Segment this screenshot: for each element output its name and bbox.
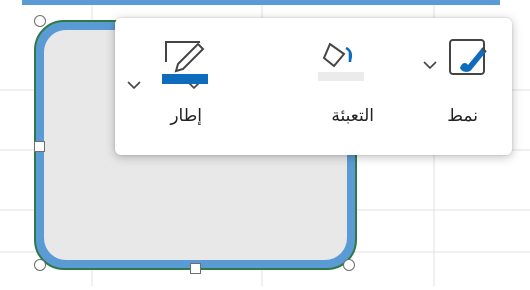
outline-label: إطار — [170, 106, 202, 126]
shape-format-toolbar: نمط التعبئة إطار — [115, 18, 512, 155]
outline-chevron-down-icon — [127, 81, 141, 90]
style-button[interactable]: نمط — [402, 18, 512, 155]
pen-outline-icon — [162, 41, 208, 84]
resize-handle-left[interactable] — [34, 141, 45, 152]
resize-handle-bottom[interactable] — [190, 263, 201, 274]
shape-style-icon — [449, 39, 487, 75]
fill-button[interactable]: التعبئة — [187, 18, 402, 155]
fill-label: التعبئة — [331, 106, 374, 126]
paint-bucket-icon — [318, 42, 364, 81]
resize-handle-bottom-right[interactable] — [343, 259, 355, 271]
style-chevron-down-icon — [423, 61, 437, 70]
style-label: نمط — [447, 106, 478, 126]
outline-button[interactable]: إطار — [115, 18, 262, 155]
shape-top-edge — [22, 0, 500, 5]
resize-handle-bottom-left[interactable] — [34, 259, 46, 271]
resize-handle-top-left[interactable] — [34, 15, 46, 27]
